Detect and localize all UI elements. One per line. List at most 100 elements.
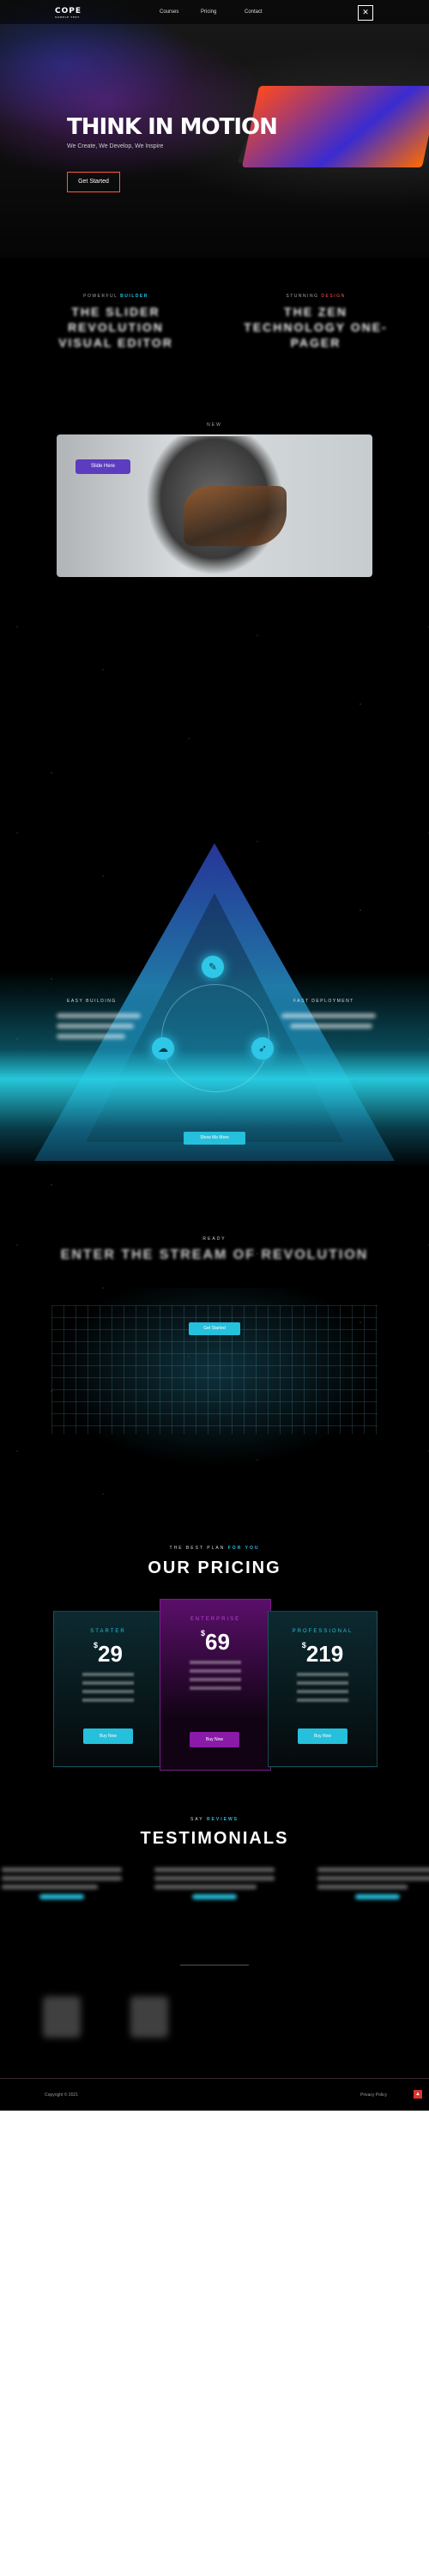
testimonial-text: [154, 1885, 257, 1889]
video-eyebrow: NEW: [207, 422, 222, 428]
product-eyebrow-a: POWERFUL: [83, 294, 118, 299]
plan-feature: [297, 1690, 348, 1693]
price-value: 69: [205, 1629, 230, 1655]
plan-feature: [297, 1681, 348, 1685]
show-me-more-button[interactable]: Show Me More: [184, 1132, 245, 1145]
city-overlay-image: [184, 486, 287, 546]
hero-subtitle: We Create, We Develop, We Inspire: [67, 143, 164, 149]
plan-feature: [190, 1686, 241, 1690]
hero-section: THINK IN MOTION We Create, We Develop, W…: [0, 0, 429, 258]
pricing-eyebrow: THE BEST PLAN FOR YOU: [0, 1546, 429, 1551]
get-started-button[interactable]: Get Started: [67, 172, 120, 192]
plan-feature: [190, 1661, 241, 1664]
plan-feature: [297, 1673, 348, 1676]
testimonial-card: [154, 1868, 275, 1899]
testimonial-text: [2, 1868, 122, 1872]
tools-icon: ✎: [202, 956, 224, 978]
plan-price: $69: [160, 1629, 270, 1656]
testimonial-card: [2, 1868, 122, 1899]
plan-name: ENTERPRISE: [190, 1617, 241, 1622]
page: THINK IN MOTION We Create, We Develop, W…: [0, 0, 429, 2111]
back-to-top-button[interactable]: ▲: [414, 2090, 422, 2099]
hero-title: THINK IN MOTION: [67, 114, 278, 140]
plan-feature: [82, 1698, 134, 1702]
stream-eyebrow: READY: [202, 1236, 227, 1242]
arrow-up-icon: ▲: [415, 2092, 420, 2097]
menu-button[interactable]: ✕: [358, 5, 373, 21]
product-eyebrow-a: STUNNING: [286, 294, 319, 299]
testimonial-author: [355, 1894, 400, 1899]
price-value: 219: [305, 1641, 344, 1667]
plan-price: $29: [54, 1641, 162, 1668]
nav-link-pricing[interactable]: Pricing: [201, 9, 216, 15]
testimonial-author: [192, 1894, 237, 1899]
client-logo: [130, 1996, 168, 2038]
hamburger-icon: ✕: [362, 8, 369, 16]
testimonial-text: [317, 1885, 408, 1889]
testimonial-text: [2, 1876, 122, 1880]
testimonial-text: [154, 1876, 275, 1880]
buy-now-button[interactable]: Buy Now: [298, 1728, 347, 1744]
cloud-icon: ☁: [152, 1037, 174, 1060]
client-logo: [43, 1996, 81, 2038]
testimonials-eyebrow-a: SAY: [190, 1817, 204, 1822]
testimonials-eyebrow-b: REVIEWS: [206, 1817, 239, 1822]
plan-feature: [82, 1673, 134, 1676]
feature-text: [57, 1034, 125, 1039]
feature-orbit: [161, 984, 269, 1092]
product-eyebrow: STUNNING DESIGN: [243, 294, 389, 299]
buy-now-button[interactable]: Buy Now: [190, 1732, 239, 1747]
plan-feature: [82, 1690, 134, 1693]
testimonials-eyebrow: SAY REVIEWS: [0, 1817, 429, 1822]
pricing-card-starter: STARTER $29 Buy Now: [53, 1611, 163, 1767]
plan-feature: [82, 1681, 134, 1685]
copyright: Copyright © 2021: [45, 2093, 78, 2098]
plan-price: $219: [269, 1641, 377, 1668]
plan-name: PROFESSIONAL: [292, 1629, 353, 1634]
product-title: THE SLIDER REVOLUTION VISUAL EDITOR: [58, 305, 173, 349]
plan-feature: [297, 1698, 348, 1702]
feature-text: [290, 1024, 372, 1029]
testimonial-author: [39, 1894, 84, 1899]
feature-text: [57, 1013, 141, 1018]
slide-here-button[interactable]: Slide Here: [76, 459, 130, 474]
nav-link-courses[interactable]: Courses: [160, 9, 178, 15]
buy-now-button[interactable]: Buy Now: [83, 1728, 133, 1744]
price-value: 29: [98, 1641, 123, 1667]
pricing-eyebrow-b: FOR YOU: [227, 1546, 260, 1551]
plan-name: STARTER: [90, 1629, 126, 1634]
testimonial-text: [154, 1868, 275, 1872]
video-card: Slide Here: [57, 434, 372, 577]
testimonial-text: [317, 1876, 429, 1880]
stream-section: READY ENTER THE STREAM OF REVOLUTION: [0, 1236, 429, 1263]
pricing-card-enterprise: ENTERPRISE $69 Buy Now: [160, 1599, 271, 1771]
testimonials-title: TESTIMONIALS: [140, 1829, 289, 1848]
product-title: THE ZEN TECHNOLOGY ONE-PAGER: [244, 305, 388, 349]
pricing-eyebrow-a: THE BEST PLAN: [169, 1546, 226, 1551]
logo[interactable]: COPE SAMPLE TEXT: [55, 7, 82, 19]
logo-text: COPE: [55, 7, 82, 15]
product-eyebrow: POWERFUL BUILDER: [43, 294, 189, 299]
plan-feature: [190, 1669, 241, 1673]
feature-text: [57, 1024, 134, 1029]
pricing-card-professional: PROFESSIONAL $219 Buy Now: [268, 1611, 378, 1767]
feature-text: [281, 1013, 376, 1018]
stream-get-started-button[interactable]: Get Started: [189, 1322, 240, 1335]
logo-tagline: SAMPLE TEXT: [55, 15, 80, 19]
rocket-icon: ➶: [251, 1037, 274, 1060]
testimonial-text: [2, 1885, 98, 1889]
product-eyebrow-b: DESIGN: [321, 294, 346, 299]
easy-building-label: EASY BUILDING: [67, 999, 117, 1004]
top-nav: COPE SAMPLE TEXT Courses Pricing Contact…: [0, 0, 429, 24]
nav-link-contact[interactable]: Contact: [245, 9, 263, 15]
product-slider-revolution: POWERFUL BUILDER THE SLIDER REVOLUTION V…: [43, 294, 189, 350]
plan-feature: [190, 1678, 241, 1681]
footer: Copyright © 2021 Privacy Policy ▲: [0, 2078, 429, 2111]
pricing-title: OUR PRICING: [148, 1558, 281, 1577]
footer-link[interactable]: Privacy Policy: [360, 2093, 387, 2098]
stream-title: ENTER THE STREAM OF REVOLUTION: [60, 1248, 369, 1262]
product-zen-technology: STUNNING DESIGN THE ZEN TECHNOLOGY ONE-P…: [243, 294, 389, 350]
product-eyebrow-b: BUILDER: [120, 294, 148, 299]
fast-deployment-label: FAST DEPLOYMENT: [293, 999, 354, 1004]
testimonial-text: [317, 1868, 429, 1872]
